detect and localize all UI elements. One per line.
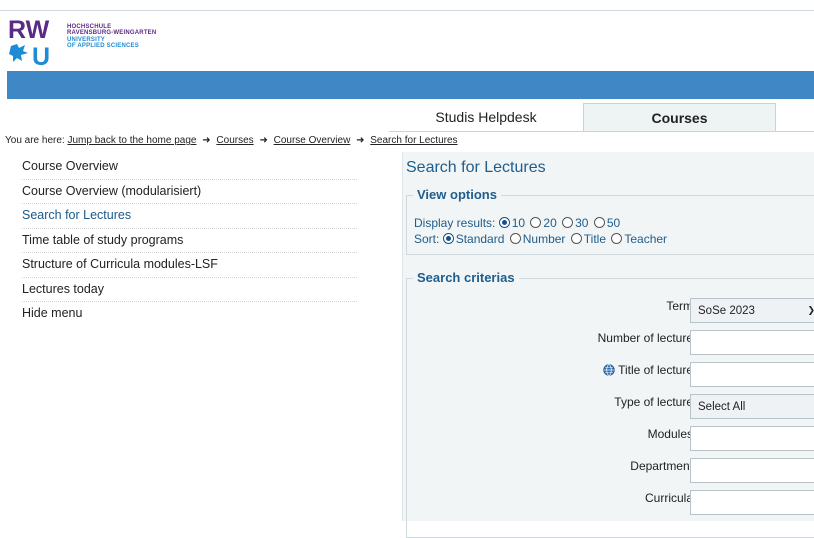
title-of-lecture-label: Title of lecture bbox=[618, 363, 693, 377]
page-title: Search for Lectures bbox=[406, 159, 546, 176]
breadcrumb-prefix: You are here: bbox=[5, 135, 65, 146]
sidebar-item-hide-menu[interactable]: Hide menu bbox=[22, 302, 357, 327]
breadcrumb: You are here: Jump back to the home page… bbox=[5, 135, 458, 146]
title-of-lecture-label-wrap: Title of lecture bbox=[603, 363, 693, 377]
sidebar-item-search-lectures[interactable]: Search for Lectures bbox=[22, 204, 357, 229]
breadcrumb-courses-link[interactable]: Courses bbox=[216, 135, 253, 146]
logo-line: OF APPLIED SCIENCES bbox=[67, 42, 139, 49]
curricula-input[interactable] bbox=[690, 490, 814, 515]
breadcrumb-search-lectures-link[interactable]: Search for Lectures bbox=[370, 135, 457, 146]
display-option-10[interactable]: 10 bbox=[498, 216, 526, 230]
rwu-logo-mark: RW U bbox=[8, 16, 50, 66]
display-option-label: 20 bbox=[543, 216, 557, 230]
header-bar bbox=[7, 71, 814, 99]
display-results-row: Display results: 10 20 30 50 bbox=[414, 216, 622, 230]
department-label: Department bbox=[630, 459, 693, 473]
logo-lion-shape bbox=[9, 44, 28, 62]
radio-unchecked-icon[interactable] bbox=[562, 217, 574, 228]
radio-checked-icon[interactable] bbox=[442, 233, 454, 244]
sort-option-number[interactable]: Number bbox=[509, 232, 566, 246]
number-of-lecture-input[interactable] bbox=[690, 330, 814, 355]
sidebar-item-curricula-structure[interactable]: Structure of Curricula modules-LSF bbox=[22, 253, 357, 278]
logo-wordmark: HOCHSCHULE RAVENSBURG-WEINGARTEN UNIVERS… bbox=[67, 24, 156, 49]
main-panel: Search for Lectures View options Display… bbox=[402, 152, 814, 538]
sort-option-label: Teacher bbox=[624, 232, 668, 246]
tab-underline bbox=[389, 131, 814, 132]
breadcrumb-course-overview-link[interactable]: Course Overview bbox=[274, 135, 351, 146]
sidebar-item-lectures-today[interactable]: Lectures today bbox=[22, 278, 357, 302]
type-of-lecture-value: Select All bbox=[698, 400, 746, 413]
sidebar-item-course-overview-modular[interactable]: Course Overview (modularisiert) bbox=[22, 180, 357, 204]
radio-unchecked-icon[interactable] bbox=[611, 233, 623, 244]
display-option-20[interactable]: 20 bbox=[530, 216, 557, 230]
type-of-lecture-label: Type of lecture bbox=[614, 395, 693, 409]
department-input[interactable] bbox=[690, 458, 814, 483]
tab-studis-helpdesk[interactable]: Studis Helpdesk bbox=[389, 103, 583, 131]
search-criteria-legend: Search criterias bbox=[413, 270, 519, 285]
type-of-lecture-select[interactable]: Select All bbox=[690, 394, 814, 419]
view-options-legend: View options bbox=[413, 187, 501, 202]
sort-option-label: Title bbox=[583, 232, 606, 246]
modules-input[interactable] bbox=[690, 426, 814, 451]
radio-unchecked-icon[interactable] bbox=[530, 217, 542, 228]
sort-option-teacher[interactable]: Teacher bbox=[611, 232, 667, 246]
radio-unchecked-icon[interactable] bbox=[570, 233, 582, 244]
breadcrumb-home-link[interactable]: Jump back to the home page bbox=[67, 135, 196, 146]
sidebar-nav: Course Overview Course Overview (modular… bbox=[22, 155, 357, 327]
display-option-label: 30 bbox=[575, 216, 589, 230]
display-option-label: 10 bbox=[511, 216, 526, 230]
term-select-value: SoSe 2023 bbox=[698, 304, 755, 317]
sort-option-label: Number bbox=[522, 232, 566, 246]
sort-option-standard[interactable]: Standard bbox=[442, 232, 505, 246]
sort-option-label: Standard bbox=[455, 232, 505, 246]
globe-icon[interactable] bbox=[603, 364, 615, 376]
display-option-30[interactable]: 30 bbox=[562, 216, 588, 230]
sort-label: Sort: bbox=[414, 232, 440, 246]
term-label: Term bbox=[666, 299, 693, 313]
top-divider bbox=[0, 10, 814, 11]
sort-option-title[interactable]: Title bbox=[570, 232, 606, 246]
rwu-logo[interactable]: RW U HOCHSCHULE RAVENSBURG-WEINGARTEN UN… bbox=[8, 16, 178, 66]
display-option-label: 50 bbox=[606, 216, 621, 230]
logo-mark-u: U bbox=[32, 43, 50, 66]
search-criteria-fieldset: Search criterias Term SoSe 2023 ❯ Number… bbox=[406, 270, 814, 538]
number-of-lecture-label: Number of lecture bbox=[597, 331, 693, 345]
logo-mark-rw: RW bbox=[8, 16, 50, 44]
display-results-label: Display results: bbox=[414, 216, 496, 230]
tab-empty bbox=[776, 103, 814, 131]
title-of-lecture-input[interactable] bbox=[690, 362, 814, 387]
radio-unchecked-icon[interactable] bbox=[593, 217, 605, 228]
sidebar-item-course-overview[interactable]: Course Overview bbox=[22, 155, 357, 180]
arrow-right-icon: ➜ bbox=[356, 135, 365, 146]
modules-label: Modules bbox=[647, 427, 693, 441]
view-options-fieldset: View options Display results: 10 20 30 5… bbox=[406, 187, 814, 255]
tab-courses[interactable]: Courses bbox=[583, 103, 776, 131]
logo-line: RAVENSBURG-WEINGARTEN bbox=[67, 30, 157, 37]
sort-row: Sort: Standard Number Title Teacher bbox=[414, 232, 669, 246]
term-select[interactable]: SoSe 2023 ❯ bbox=[690, 298, 814, 323]
curricula-label: Curricula bbox=[644, 491, 693, 505]
radio-unchecked-icon[interactable] bbox=[509, 233, 521, 244]
display-option-50[interactable]: 50 bbox=[593, 216, 621, 230]
arrow-right-icon: ➜ bbox=[202, 135, 211, 146]
sidebar-item-time-table[interactable]: Time table of study programs bbox=[22, 229, 357, 253]
arrow-right-icon: ➜ bbox=[259, 135, 268, 146]
chevron-down-icon: ❯ bbox=[807, 305, 814, 316]
radio-checked-icon[interactable] bbox=[498, 217, 510, 228]
